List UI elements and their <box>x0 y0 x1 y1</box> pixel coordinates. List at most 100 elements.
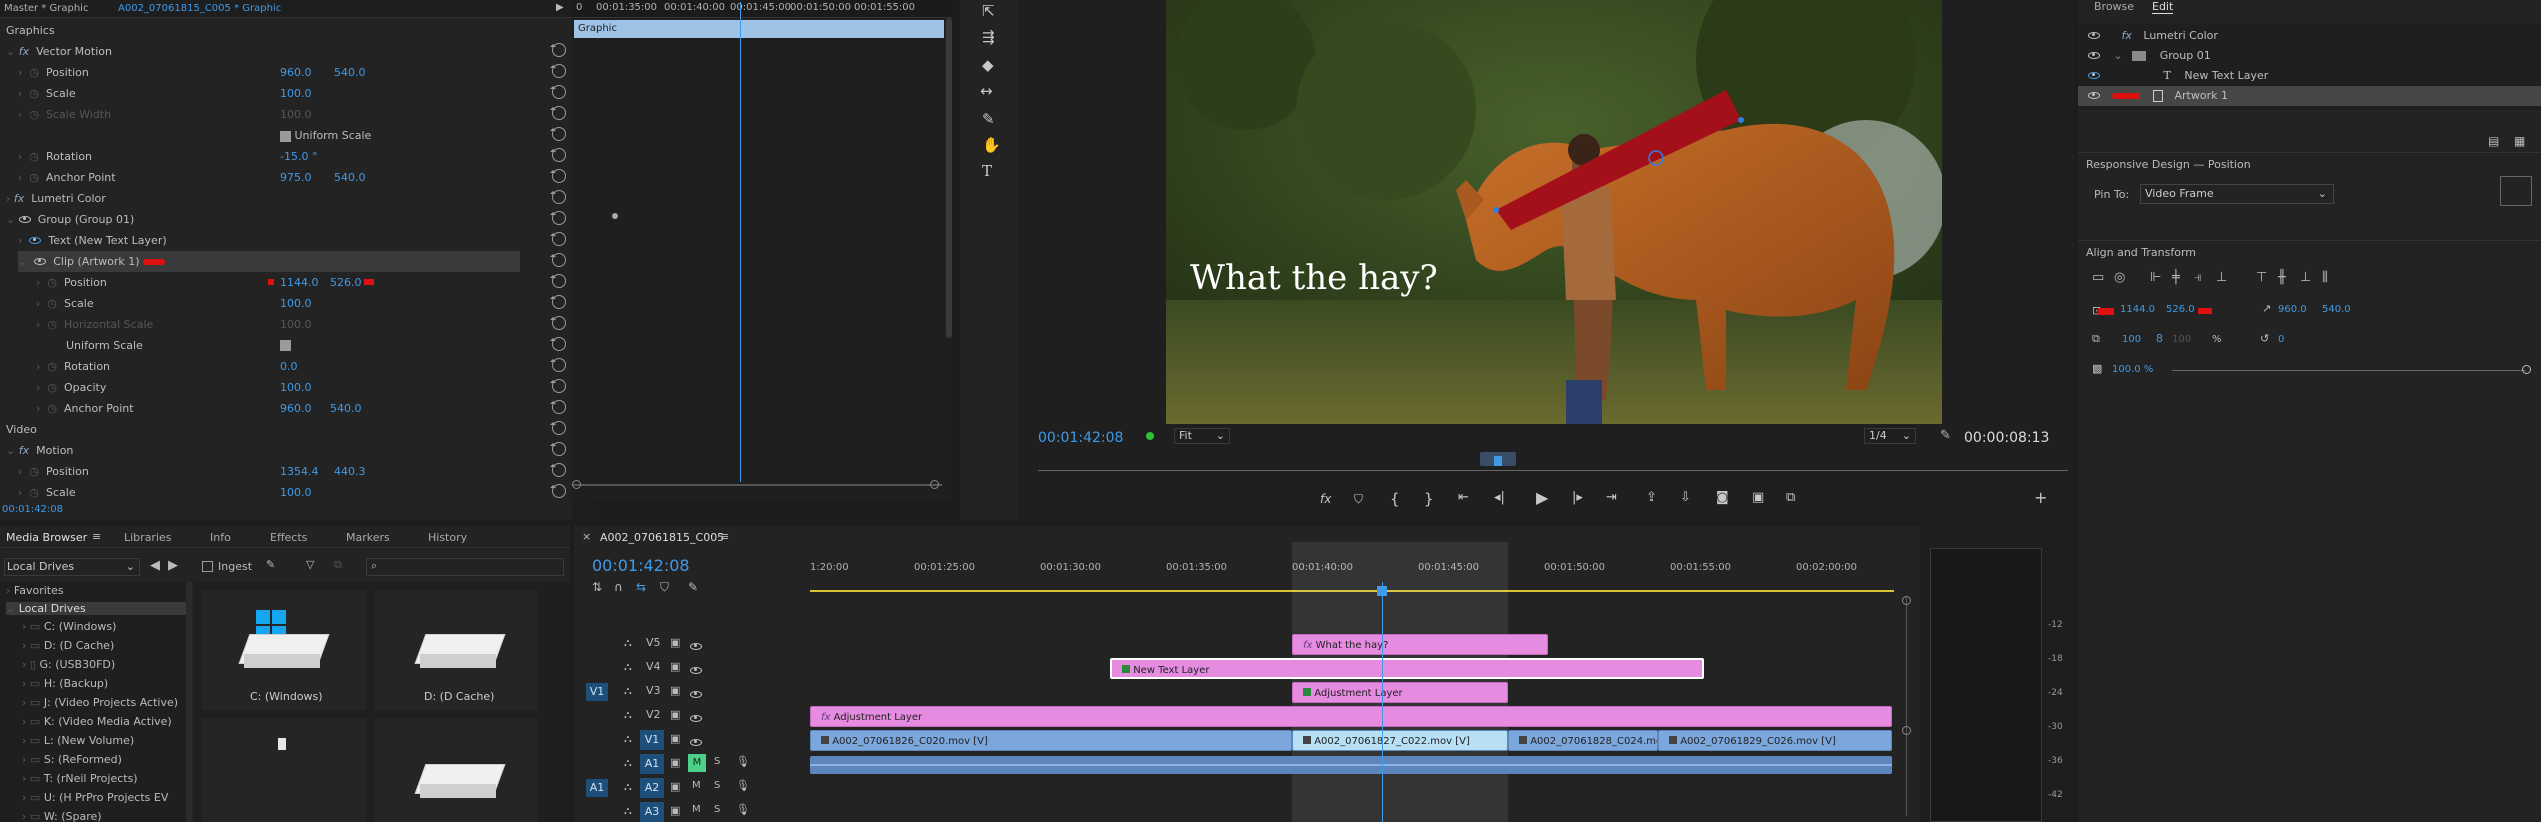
drive-thumb-h[interactable] <box>374 718 538 822</box>
slip-tool-icon[interactable]: ↔ <box>980 82 993 100</box>
eg-anchor-y[interactable]: 540.0 <box>2322 304 2351 315</box>
eye-icon[interactable] <box>690 667 702 674</box>
reset-icon[interactable] <box>550 379 566 393</box>
vm-uniform-scale-row[interactable]: Uniform Scale <box>280 125 371 146</box>
selection-tool-icon[interactable]: ⇱ <box>982 2 995 20</box>
tab-media-browser[interactable]: Media Browser <box>6 531 87 544</box>
layer-item-artwork[interactable]: Artwork 1 <box>2078 86 2541 106</box>
align-bottom-icon[interactable]: ⊥ <box>2216 270 2227 285</box>
distribute-middle-icon[interactable]: ╫ <box>2278 270 2286 285</box>
tab-history[interactable]: History <box>428 531 467 544</box>
tab-edit[interactable]: Edit <box>2152 0 2174 14</box>
mb-search-input[interactable]: ⌕ <box>366 558 564 576</box>
clip-anchor-y[interactable]: 540.0 <box>330 398 362 419</box>
align-vertical-center-icon[interactable]: ▭ <box>2092 270 2104 285</box>
tab-clip-graphic[interactable]: A002_07061815_C005 * Graphic <box>118 3 281 14</box>
align-right-icon[interactable]: ⫣ <box>2194 270 2202 285</box>
solo-button[interactable]: S <box>714 756 720 767</box>
drive-row[interactable]: › ▭ W: (Spare) <box>22 810 102 822</box>
drive-row[interactable]: › ▭ H: (Backup) <box>22 677 108 690</box>
drive-row[interactable]: › ▭ S: (ReFormed) <box>22 753 122 766</box>
drive-row[interactable]: › ▭ C: (Windows) <box>22 620 116 633</box>
source-v1-button[interactable]: V1 <box>586 683 608 701</box>
reset-icon[interactable] <box>550 274 566 288</box>
reset-icon[interactable] <box>550 253 566 267</box>
eg-position-y[interactable]: 526.0 <box>2166 304 2195 315</box>
motion-position-row[interactable]: › ◷ Position 1354.4 440.3 <box>18 461 558 482</box>
reset-icon[interactable] <box>550 64 566 78</box>
drive-thumb-g[interactable] <box>202 718 366 822</box>
location-dropdown[interactable]: Local Drives ⌄ <box>4 558 140 576</box>
razor-tool-icon[interactable]: ◆ <box>982 56 994 74</box>
drive-row[interactable]: › ▯ G: (USB30FD) <box>22 658 115 671</box>
mic-icon[interactable]: 🎙 <box>736 755 750 768</box>
link-icon[interactable]: 8 <box>2156 332 2163 345</box>
layer-item-group[interactable]: ⌄ Group 01 <box>2078 46 2541 66</box>
add-marker-icon[interactable]: ⛉ <box>660 580 669 595</box>
mute-button[interactable]: M <box>692 804 701 815</box>
eye-icon[interactable] <box>34 258 47 265</box>
mic-icon[interactable]: 🎙 <box>736 779 750 792</box>
vm-rotation-value[interactable]: -15.0 ° <box>280 146 317 167</box>
pin-widget-icon[interactable] <box>2500 176 2532 206</box>
vm-anchor-y[interactable]: 540.0 <box>334 167 366 188</box>
mark-out-icon[interactable]: } <box>1424 490 1434 508</box>
timeline-settings-icon[interactable]: ✎ <box>688 580 698 594</box>
mute-button[interactable]: M <box>692 780 701 791</box>
filter-icon[interactable]: ▽ <box>306 558 314 571</box>
program-caption[interactable]: What the hay? <box>1190 258 1438 298</box>
sequence-tab[interactable]: A002_07061815_C005 <box>600 531 724 544</box>
panel-menu-icon[interactable]: ≡ <box>720 530 729 543</box>
close-tab-icon[interactable]: × <box>582 530 591 543</box>
clip-adjustment-v3[interactable]: Adjustment Layer <box>1292 682 1508 703</box>
panel-menu-icon[interactable]: ≡ <box>92 530 101 543</box>
distribute-top-icon[interactable]: ⊤ <box>2256 270 2267 285</box>
drive-row[interactable]: › ▭ D: (D Cache) <box>22 639 114 652</box>
reset-icon[interactable] <box>550 337 566 351</box>
insert-sequence-icon[interactable]: ⇅ <box>592 580 602 594</box>
vm-rotation-row[interactable]: › ◷ Rotation -15.0 ° <box>18 146 558 167</box>
clip-anchor-row[interactable]: › ◷ Anchor Point 960.0 540.0 <box>36 398 556 419</box>
tab-effects[interactable]: Effects <box>270 531 307 544</box>
go-to-in-icon[interactable]: ⇤ <box>1458 490 1469 505</box>
lock-icon[interactable]: ⛬ <box>624 636 632 650</box>
vr-view-icon[interactable]: ⧉ <box>1786 490 1795 505</box>
tab-libraries[interactable]: Libraries <box>124 531 172 544</box>
play-icon[interactable]: ▶ <box>1536 488 1548 507</box>
snap-icon[interactable]: ∩ <box>614 580 623 594</box>
comparison-view-icon[interactable]: ▣ <box>1752 490 1764 505</box>
vm-position-x[interactable]: 960.0 <box>280 62 312 83</box>
eye-icon[interactable] <box>690 739 702 746</box>
effect-controls-timecode[interactable]: 00:01:42:08 <box>2 504 63 515</box>
opacity-slider-handle[interactable] <box>2522 365 2531 374</box>
clip-rotation-value[interactable]: 0.0 <box>280 356 298 377</box>
motion-scale-value[interactable]: 100.0 <box>280 482 312 503</box>
sync-lock-icon[interactable]: ▣ <box>670 732 680 745</box>
motion-position-y[interactable]: 440.3 <box>334 461 366 482</box>
vm-position-y[interactable]: 540.0 <box>334 62 366 83</box>
tab-markers[interactable]: Markers <box>346 531 390 544</box>
lock-icon[interactable]: ⛬ <box>624 780 632 794</box>
clip-v1-c026[interactable]: A002_07061829_C026.mov [V] <box>1658 730 1892 751</box>
resolution-dropdown[interactable]: 1/4 ⌄ <box>1864 428 1916 444</box>
sync-lock-icon[interactable]: ▣ <box>670 636 680 649</box>
eye-icon[interactable] <box>18 216 31 223</box>
vm-scale-row[interactable]: › ◷ Scale 100.0 <box>18 83 558 104</box>
clip-position-x[interactable]: 1144.0 <box>280 272 319 293</box>
eye-icon[interactable] <box>690 715 702 722</box>
mute-button[interactable]: M <box>688 754 706 772</box>
reset-icon[interactable] <box>550 400 566 414</box>
reset-icon[interactable] <box>550 463 566 477</box>
go-to-out-icon[interactable]: ⇥ <box>1606 490 1617 505</box>
motion-position-x[interactable]: 1354.4 <box>280 461 319 482</box>
drive-row[interactable]: › ▭ T: (rNeil Projects) <box>22 772 138 785</box>
sync-lock-icon[interactable]: ▣ <box>670 660 680 673</box>
reset-icon[interactable] <box>550 316 566 330</box>
reset-icon[interactable] <box>550 211 566 225</box>
clip-opacity-row[interactable]: › ◷ Opacity 100.0 <box>36 377 556 398</box>
reset-icon[interactable] <box>550 169 566 183</box>
text-layer-row[interactable]: › Text (New Text Layer) <box>18 230 167 251</box>
linked-selection-icon[interactable]: ⇆ <box>636 580 646 594</box>
fx-toggle-icon[interactable]: fx <box>1320 492 1331 506</box>
opacity-slider[interactable] <box>2172 370 2526 371</box>
